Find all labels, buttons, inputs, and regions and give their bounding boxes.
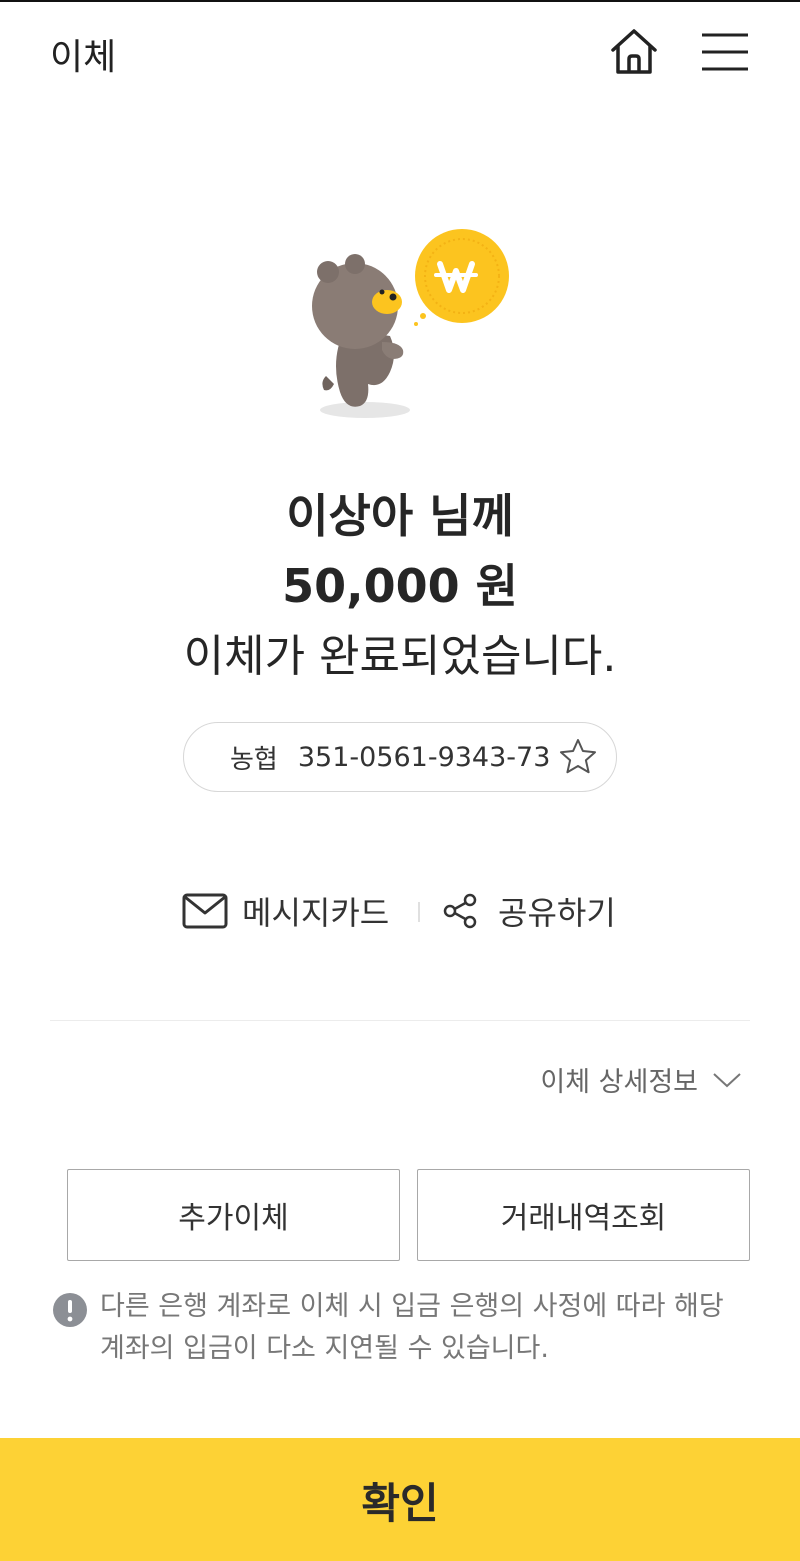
recipient-name: 이상아 님께 [286,489,514,543]
chevron-down-icon [713,1072,741,1087]
account-number: 351-0561-9343-73 [297,741,551,773]
share-button[interactable]: 공유하기 [442,886,616,936]
hamburger-menu-icon[interactable] [700,30,750,74]
transfer-details-label: 이체 상세정보 [540,1067,698,1098]
share-actions: 메시지카드 공유하기 [0,886,800,936]
transaction-history-button[interactable]: 거래내역조회 [417,1169,750,1261]
bank-name: 농협 [230,744,278,775]
share-icon [443,893,477,929]
account-info-pill: 농협 351-0561-9343-73 [183,722,617,792]
message-card-label: 메시지카드 [242,894,390,932]
add-transfer-button[interactable]: 추가이체 [67,1169,400,1261]
bear-mascot-with-coin-illustration [312,229,509,418]
top-app-bar: 이체 [0,2,800,102]
completion-message: 이체가 완료되었습니다. [183,631,617,682]
star-outline-icon[interactable] [558,737,598,777]
info-exclamation-icon [53,1293,87,1327]
transfer-details-toggle[interactable]: 이체 상세정보 [540,1060,742,1099]
share-label: 공유하기 [498,894,616,932]
page-title: 이체 [50,37,117,78]
message-card-button[interactable]: 메시지카드 [182,886,389,936]
transfer-amount: 50,000 원 [282,559,518,613]
action-separator [418,902,420,922]
home-icon[interactable] [608,26,660,78]
delay-notice-text: 다른 은행 계좌로 이체 시 입금 은행의 사정에 따라 해당 계좌의 입금이 … [100,1291,724,1364]
confirm-button[interactable]: 확인 [0,1438,800,1561]
envelope-icon [182,893,228,929]
section-divider [50,1020,750,1021]
